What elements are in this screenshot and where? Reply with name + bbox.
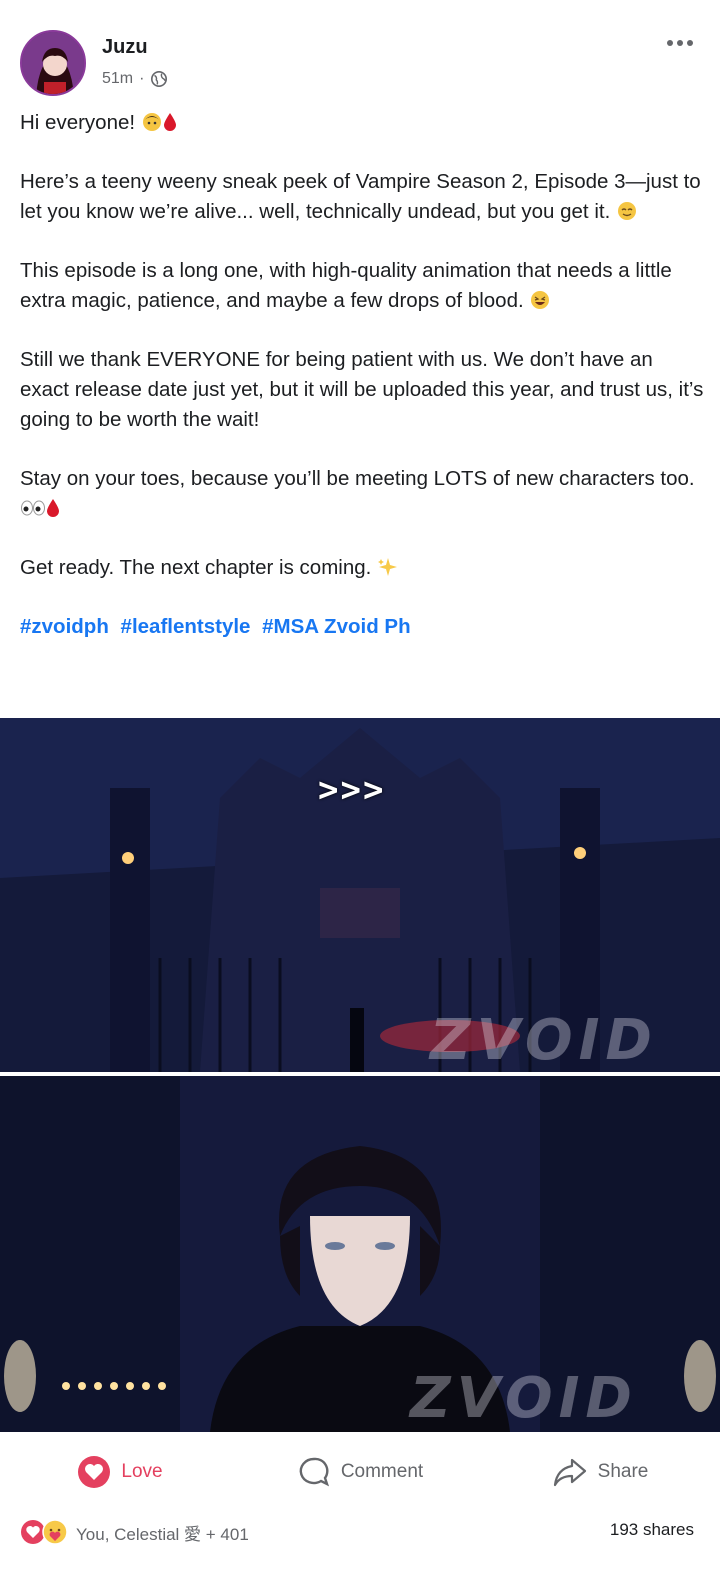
post-image-gate[interactable]: >>> ZVOID xyxy=(0,718,720,1072)
post-paragraph-2: Here’s a teeny weeny sneak peek of Vampi… xyxy=(20,170,707,223)
comment-label: Comment xyxy=(340,1461,424,1482)
next-indicator-text: >>> xyxy=(318,770,386,810)
reactions-summary[interactable]: You, Celestial 愛 + 401 193 shares xyxy=(20,1514,700,1550)
post-time[interactable]: 51m xyxy=(102,70,133,88)
post-image-character[interactable]: ZVOID xyxy=(0,1076,720,1432)
post-paragraph-1: Hi everyone! xyxy=(20,108,704,138)
avatar[interactable] xyxy=(20,30,86,96)
laughing-face-icon xyxy=(531,291,550,309)
reactions-text[interactable]: You, Celestial 愛 + 401 xyxy=(76,1520,249,1545)
author-name[interactable]: Juzu xyxy=(102,36,148,59)
watermark-text: ZVOID xyxy=(410,1366,638,1431)
post-paragraph-3: This episode is a long one, with high-qu… xyxy=(20,259,678,312)
love-reaction-icon xyxy=(78,1456,111,1488)
love-button[interactable]: Love xyxy=(0,1455,240,1489)
vampire-emoji-icon xyxy=(142,113,161,131)
post-paragraph-4: Still we thank EVERYONE for being patien… xyxy=(20,348,710,431)
globe-icon xyxy=(151,70,168,88)
more-options-icon[interactable] xyxy=(660,28,700,58)
share-icon xyxy=(553,1458,586,1487)
post-action-bar: Love Comment Share xyxy=(0,1440,720,1504)
watermark-text: ZVOID xyxy=(430,1008,658,1072)
post-text: Hi everyone! Here’s a teeny weeny sneak … xyxy=(20,108,704,642)
comment-button[interactable]: Comment xyxy=(240,1455,480,1489)
care-reaction-icon xyxy=(42,1519,68,1545)
meta-separator: · xyxy=(139,70,145,87)
eyes-emoji-icon xyxy=(21,500,45,516)
shares-count[interactable]: 193 shares xyxy=(610,1520,694,1540)
reaction-icons xyxy=(20,1519,68,1545)
post-header: Juzu 51m · xyxy=(20,28,700,96)
blood-drop-icon xyxy=(47,499,59,517)
post-paragraph-6: Get ready. The next chapter is coming. xyxy=(20,553,704,583)
share-button[interactable]: Share xyxy=(480,1455,720,1489)
hashtags: #zvoidph #leaflentstyle #MSA Zvoid Ph xyxy=(20,612,704,642)
share-label: Share xyxy=(597,1461,649,1482)
comment-icon xyxy=(299,1457,329,1487)
hashtag-link[interactable]: #zvoidph xyxy=(20,615,109,638)
blood-drop-icon xyxy=(163,113,176,131)
love-label: Love xyxy=(121,1461,163,1482)
sparkles-icon xyxy=(378,558,398,576)
post-paragraph-5: Stay on your toes, because you’ll be mee… xyxy=(20,464,704,524)
hashtag-link[interactable]: #leaflentstyle xyxy=(121,615,251,638)
relieved-face-icon xyxy=(617,202,636,220)
hashtag-link[interactable]: #MSA Zvoid Ph xyxy=(262,615,410,638)
post-meta: 51m · xyxy=(102,70,168,88)
